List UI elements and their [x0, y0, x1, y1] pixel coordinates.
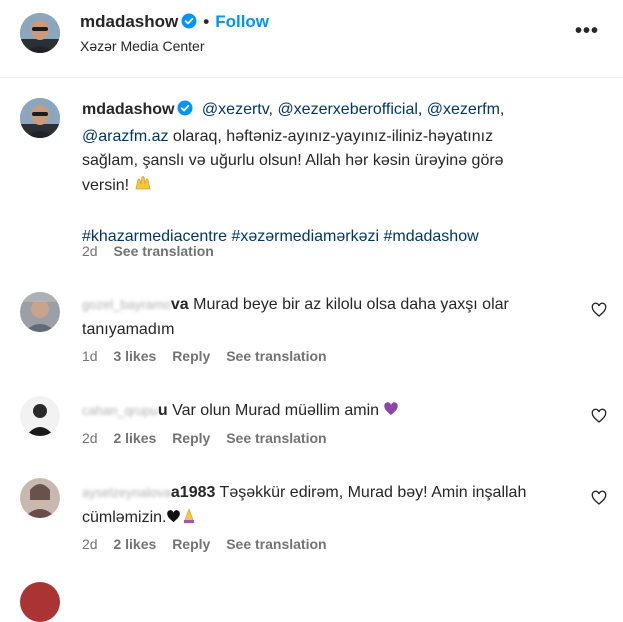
commenter-username-suffix[interactable]: va	[171, 296, 189, 313]
commenter-username-blurred[interactable]: cahan_qrupu	[82, 398, 158, 423]
commenter-username-blurred[interactable]: gozel_bayramo	[82, 292, 171, 317]
commenter-avatar[interactable]	[20, 478, 60, 518]
heart-outline-icon[interactable]	[591, 490, 607, 506]
hashtag-link[interactable]: #xəzərmediamərkəzi	[231, 228, 379, 245]
reply-button[interactable]: Reply	[172, 348, 210, 364]
comment-timestamp[interactable]: 1d	[82, 348, 98, 364]
see-translation-button[interactable]: See translation	[226, 348, 326, 364]
mention-link[interactable]: @xezertv	[202, 101, 269, 118]
header-user-line: mdadashow • Follow	[80, 12, 269, 34]
comment-meta: 2d 2 likes Reply See translation	[82, 430, 339, 446]
follow-button[interactable]: Follow	[215, 12, 269, 31]
caption-timestamp[interactable]: 2d	[82, 243, 98, 259]
commenter-username-suffix[interactable]: u	[158, 402, 168, 419]
raising-hands-emoji-icon	[134, 174, 152, 201]
comment-body: Var olun Murad müəllim amin	[167, 402, 384, 419]
heart-outline-icon[interactable]	[591, 302, 607, 318]
caption-meta: 2d See translation	[82, 243, 226, 259]
likes-count[interactable]: 3 likes	[113, 348, 156, 364]
more-options-icon[interactable]: •••	[575, 20, 599, 43]
see-translation-button[interactable]: See translation	[113, 243, 213, 259]
mention-link[interactable]: @arazfm.az	[82, 128, 168, 145]
caption-text: mdadashow @xezertv, @xezerxeberofficial,…	[82, 98, 552, 249]
comment-meta: 1d 3 likes Reply See translation	[82, 348, 339, 364]
commenter-avatar[interactable]	[20, 292, 60, 332]
commenter-username-blurred[interactable]: ayselzeynalova	[82, 480, 171, 505]
reply-button[interactable]: Reply	[172, 430, 210, 446]
comment-timestamp[interactable]: 2d	[82, 536, 98, 552]
verified-badge-icon	[177, 100, 193, 125]
see-translation-button[interactable]: See translation	[226, 430, 326, 446]
separator-dot: •	[203, 12, 210, 31]
caption-username[interactable]: mdadashow	[82, 101, 174, 118]
mention-link[interactable]: @xezerxeberofficial	[277, 101, 417, 118]
purple-heart-emoji-icon	[383, 400, 399, 425]
reply-button[interactable]: Reply	[172, 536, 210, 552]
comment-meta: 2d 2 likes Reply See translation	[82, 536, 339, 552]
commenter-username-suffix[interactable]: a1983	[171, 484, 216, 501]
likes-count[interactable]: 2 likes	[113, 430, 156, 446]
verified-badge-icon	[181, 13, 197, 34]
author-avatar[interactable]	[20, 13, 60, 53]
author-username[interactable]: mdadashow	[80, 12, 178, 31]
post-header: mdadashow • Follow Xəzər Media Center •••	[0, 0, 623, 78]
location-link[interactable]: Xəzər Media Center	[80, 38, 205, 54]
heart-outline-icon[interactable]	[591, 408, 607, 424]
comment-text: gozel_bayramova Murad beye bir az kilolu…	[82, 292, 572, 342]
comment-text: ayselzeynalovaa1983 Təşəkkür edirəm, Mur…	[82, 480, 572, 532]
mention-separator: ,	[499, 101, 505, 118]
caption-avatar[interactable]	[20, 98, 60, 138]
hashtag-link[interactable]: #mdadashow	[383, 228, 478, 245]
likes-count[interactable]: 2 likes	[113, 536, 156, 552]
commenter-avatar[interactable]	[20, 396, 60, 436]
black-heart-emoji-icon	[166, 507, 181, 532]
comment-text: cahan_qrupuu Var olun Murad müəllim amin	[82, 398, 572, 425]
mention-separator: ,	[417, 101, 427, 118]
praying-hands-emoji-icon	[181, 507, 197, 532]
mention-link[interactable]: @xezerfm	[427, 101, 500, 118]
commenter-avatar-partial[interactable]	[20, 582, 60, 622]
comment-timestamp[interactable]: 2d	[82, 430, 98, 446]
see-translation-button[interactable]: See translation	[226, 536, 326, 552]
hashtag-link[interactable]: #khazarmediacentre	[82, 228, 227, 245]
